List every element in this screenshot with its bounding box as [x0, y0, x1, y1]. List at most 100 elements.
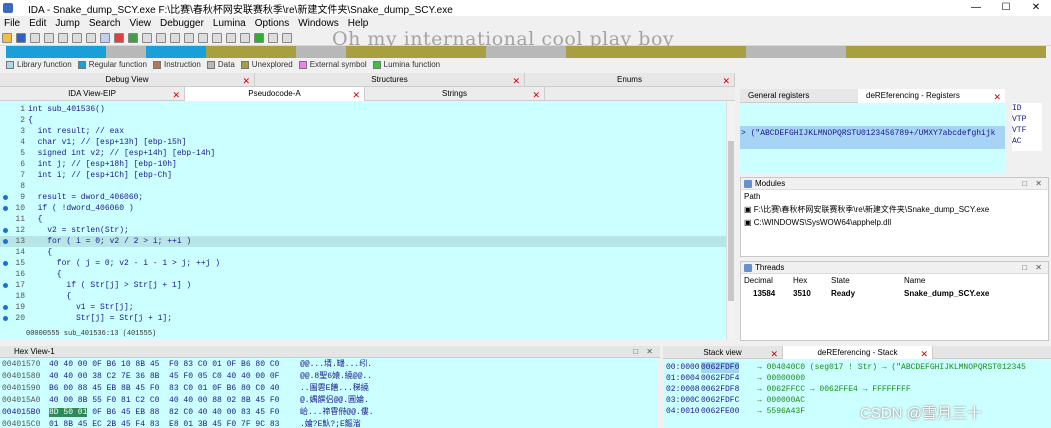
close-icon[interactable]: ✕ [722, 74, 730, 88]
code-line[interactable]: 7 int i; // [esp+1Ch] [ebp-Ch] [0, 170, 726, 181]
pseudocode-view[interactable]: 1 int sub_401536() 2{3 int result; // eax 4… [0, 101, 726, 340]
menu-edit[interactable]: Edit [29, 18, 46, 29]
code-line[interactable]: 16 { [0, 269, 726, 280]
code-line[interactable]: 1 int sub_401536() [0, 104, 726, 115]
close-icon[interactable]: ✕ [512, 74, 520, 88]
stack-row[interactable]: 04:0010 0062FE00 → 5596A43F [663, 406, 1051, 417]
menu-view[interactable]: View [130, 18, 152, 29]
tab-pseudocode-a[interactable]: Pseudocode-A ✕ [185, 87, 365, 101]
forward-icon[interactable] [44, 32, 54, 43]
stack-view[interactable]: 00:0000 0062FDF0 → 004040C0 (seg017 ! Str)… [663, 359, 1051, 428]
maximize-button[interactable]: ☐ [991, 0, 1021, 16]
code-line[interactable]: 11 { [0, 214, 726, 225]
menu-windows[interactable]: Windows [298, 18, 339, 29]
stop-icon[interactable] [240, 32, 250, 43]
stack-row[interactable]: 03:000C 0062FDFC → 000000AC [663, 395, 1051, 406]
close-button[interactable]: ✕ [1021, 0, 1051, 16]
comment-icon[interactable] [226, 32, 236, 43]
code-line[interactable]: 5 signed int v2; // [esp+14h] [ebp-14h] [0, 148, 726, 159]
hex-view[interactable]: 00401570 40 40 00 0F B6 10 8B 45 F0 83 C0… [0, 358, 658, 428]
register-deref-line[interactable]: > ("ABCDEFGHIJKLMNOPQRSTU0123456789+/UMX… [740, 126, 1005, 149]
modules-column-path: Path [744, 192, 761, 201]
tab-strings[interactable]: Strings ✕ [365, 87, 545, 101]
registers-view[interactable]: > ("ABCDEFGHIJKLMNOPQRSTU0123456789+/UMX… [740, 103, 1005, 173]
code-line[interactable]: 18 { [0, 291, 726, 302]
stack-row[interactable]: 02:0008 0062FDF8 → 0062FFCC → 0062FFE4 → F… [663, 384, 1051, 395]
code-line[interactable]: 20 Str[j] = Str[j + 1]; [0, 313, 726, 324]
code-line[interactable]: 4 char v1; // [esp+13h] [ebp-15h] [0, 137, 726, 148]
close-icon[interactable]: ✕ [993, 90, 1001, 104]
stack-row[interactable]: 00:0000 0062FDF0 → 004040C0 (seg017 ! Str)… [663, 362, 1051, 373]
code-line[interactable]: 6 int j; // [esp+18h] [ebp-10h] [0, 159, 726, 170]
close-icon[interactable]: ✕ [532, 88, 540, 102]
code-line[interactable]: 2{ [0, 115, 726, 126]
code-line[interactable]: 8 [0, 181, 726, 192]
code-text: v1 = Str[j]; [28, 303, 134, 312]
open-icon[interactable] [2, 32, 12, 43]
module-row[interactable]: ▣ F:\比赛\春秋杯网安联赛秋季\re\新建文件夹\Snake_dump_SC… [741, 203, 1048, 216]
pseudocode-scrollbar[interactable] [726, 101, 735, 340]
tab-enums[interactable]: Enums ✕ [525, 73, 735, 87]
back-icon[interactable] [30, 32, 40, 43]
functions-icon[interactable] [198, 32, 208, 43]
hex-row[interactable]: 004015C0 01 8B 45 EC 2B 45 F4 83 E8 01 3B… [0, 419, 658, 428]
hex-row[interactable]: 004015A0 40 00 8B 55 F0 81 C2 C0 40 40 00… [0, 395, 658, 407]
menu-debugger[interactable]: Debugger [160, 18, 204, 29]
code-line[interactable]: 13 for ( i = 0; v2 / 2 > i; ++i ) [0, 236, 726, 247]
panel-controls[interactable]: □ ✕ [1022, 178, 1045, 190]
menu-lumina[interactable]: Lumina [213, 18, 246, 29]
code-line[interactable]: 17 if ( Str[j] > Str[j + 1] ) [0, 280, 726, 291]
step-icon[interactable] [282, 32, 292, 43]
code-line[interactable]: 12 v2 = strlen(Str); [0, 225, 726, 236]
code-line[interactable]: 19 v1 = Str[j]; [0, 302, 726, 313]
save-icon[interactable] [16, 32, 26, 43]
tab-deref-registers[interactable]: deREferencing - Registers ✕ [858, 89, 1005, 103]
struct-icon[interactable] [142, 32, 152, 43]
close-icon[interactable]: ✕ [242, 74, 250, 88]
panel-controls[interactable]: □ ✕ [633, 346, 656, 358]
xrefs-icon[interactable] [212, 32, 222, 43]
close-icon[interactable]: ✕ [352, 88, 360, 102]
code-line[interactable]: 9 result = dword_406060; [0, 192, 726, 203]
tab-general-registers[interactable]: General registers [740, 89, 858, 103]
menu-options[interactable]: Options [255, 18, 289, 29]
enum-icon[interactable] [156, 32, 166, 43]
code-line[interactable]: 14 { [0, 247, 726, 258]
tab-debug-view[interactable]: Debug View ✕ [0, 73, 255, 87]
menu-file[interactable]: File [4, 18, 20, 29]
names-icon[interactable] [184, 32, 194, 43]
module-row[interactable]: ▣ C:\WINDOWS\SysWOW64\apphelp.dll [741, 216, 1048, 229]
code-line[interactable]: 15 for ( j = 0; v2 - i - 1 > j; ++j ) [0, 258, 726, 269]
stack-row[interactable]: 01:0004 0062FDF4 → 00000000 [663, 373, 1051, 384]
search-icon[interactable] [72, 32, 82, 43]
hex-bytes: B6 00 88 45 EB 8B 45 F0 83 C0 01 0F B6 8… [49, 384, 280, 393]
menu-search[interactable]: Search [89, 18, 121, 29]
jump-icon[interactable] [58, 32, 68, 43]
panel-controls[interactable]: □ ✕ [1022, 262, 1045, 274]
hex-row[interactable]: 00401580 40 40 00 38 C2 7E 36 8B 45 F0 05… [0, 371, 658, 383]
hex-row[interactable]: 00401590 B6 00 88 45 EB 8B 45 F0 83 C0 01… [0, 383, 658, 395]
binary-search-icon[interactable] [100, 32, 110, 43]
code-line[interactable]: 3 int result; // eax [0, 126, 726, 137]
selected-bytes[interactable]: 8D 50 01 [49, 408, 88, 417]
navigation-band[interactable] [6, 46, 1046, 58]
hex-row[interactable]: 00401570 40 40 00 0F B6 10 8B 45 F0 83 C0… [0, 359, 658, 371]
text-search-icon[interactable] [86, 32, 96, 43]
tab-ida-view-eip[interactable]: IDA View-EIP ✕ [0, 87, 185, 101]
scrollbar-thumb[interactable] [728, 141, 734, 301]
tab-deref-stack[interactable]: deREferencing - Stack ✕ [783, 346, 933, 360]
hex-row[interactable]: 004015B0 8D 50 01 0F B6 45 EB 88 82 C0 40… [0, 407, 658, 419]
close-icon[interactable]: ✕ [172, 88, 180, 102]
tab-stack-view[interactable]: Stack view ✕ [663, 346, 783, 360]
run-icon[interactable] [254, 32, 264, 43]
minimize-button[interactable]: — [961, 0, 991, 16]
code-line[interactable]: 10 if ( !dword_406060 ) [0, 203, 726, 214]
thread-row[interactable]: 13584 3510 Ready Snake_dump_SCY.exe [741, 287, 1048, 300]
graph-icon[interactable] [128, 32, 138, 43]
pause-icon[interactable] [268, 32, 278, 43]
tab-structures[interactable]: Structures ✕ [255, 73, 525, 87]
segments-icon[interactable] [170, 32, 180, 43]
breakpoint-icon[interactable] [114, 32, 124, 43]
menu-jump[interactable]: Jump [55, 18, 79, 29]
menu-help[interactable]: Help [348, 18, 369, 29]
